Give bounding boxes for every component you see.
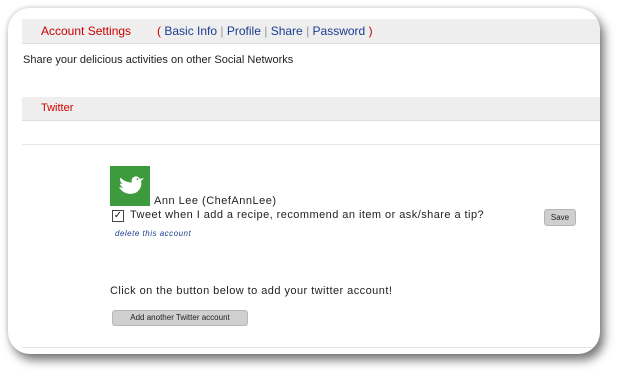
intro-text: Share your delicious activities on other…	[23, 54, 294, 66]
twitter-bird-icon	[110, 166, 150, 206]
nav-link-profile[interactable]: Profile	[227, 24, 261, 38]
nav-separator: |	[220, 24, 224, 38]
save-button[interactable]: Save	[544, 209, 576, 226]
settings-panel: Account Settings ( Basic Info | Profile …	[8, 8, 600, 354]
header-bar: Account Settings ( Basic Info | Profile …	[22, 19, 600, 44]
delete-account-link[interactable]: delete this account	[115, 229, 191, 238]
nav-link-password[interactable]: Password	[313, 24, 366, 38]
add-twitter-account-button[interactable]: Add another Twitter account	[112, 310, 248, 326]
tweet-checkbox[interactable]: ✓	[112, 210, 124, 222]
add-account-prompt: Click on the button below to add your tw…	[110, 285, 393, 297]
divider	[22, 144, 600, 145]
bottom-divider	[22, 347, 600, 348]
twitter-section-bar: Twitter	[22, 97, 600, 121]
nav-open-paren: (	[157, 24, 161, 38]
nav-separator: |	[306, 24, 310, 38]
tweet-option-label: Tweet when I add a recipe, recommend an …	[130, 209, 485, 221]
nav-close-paren: )	[368, 24, 373, 38]
section-title: Twitter	[41, 102, 74, 114]
nav-separator: |	[264, 24, 268, 38]
nav-link-share[interactable]: Share	[271, 24, 303, 38]
account-name: Ann Lee (ChefAnnLee)	[154, 195, 277, 207]
nav-link-basic-info[interactable]: Basic Info	[164, 24, 217, 38]
settings-nav: ( Basic Info | Profile | Share | Passwor…	[157, 19, 373, 43]
page-title: Account Settings	[41, 24, 132, 38]
